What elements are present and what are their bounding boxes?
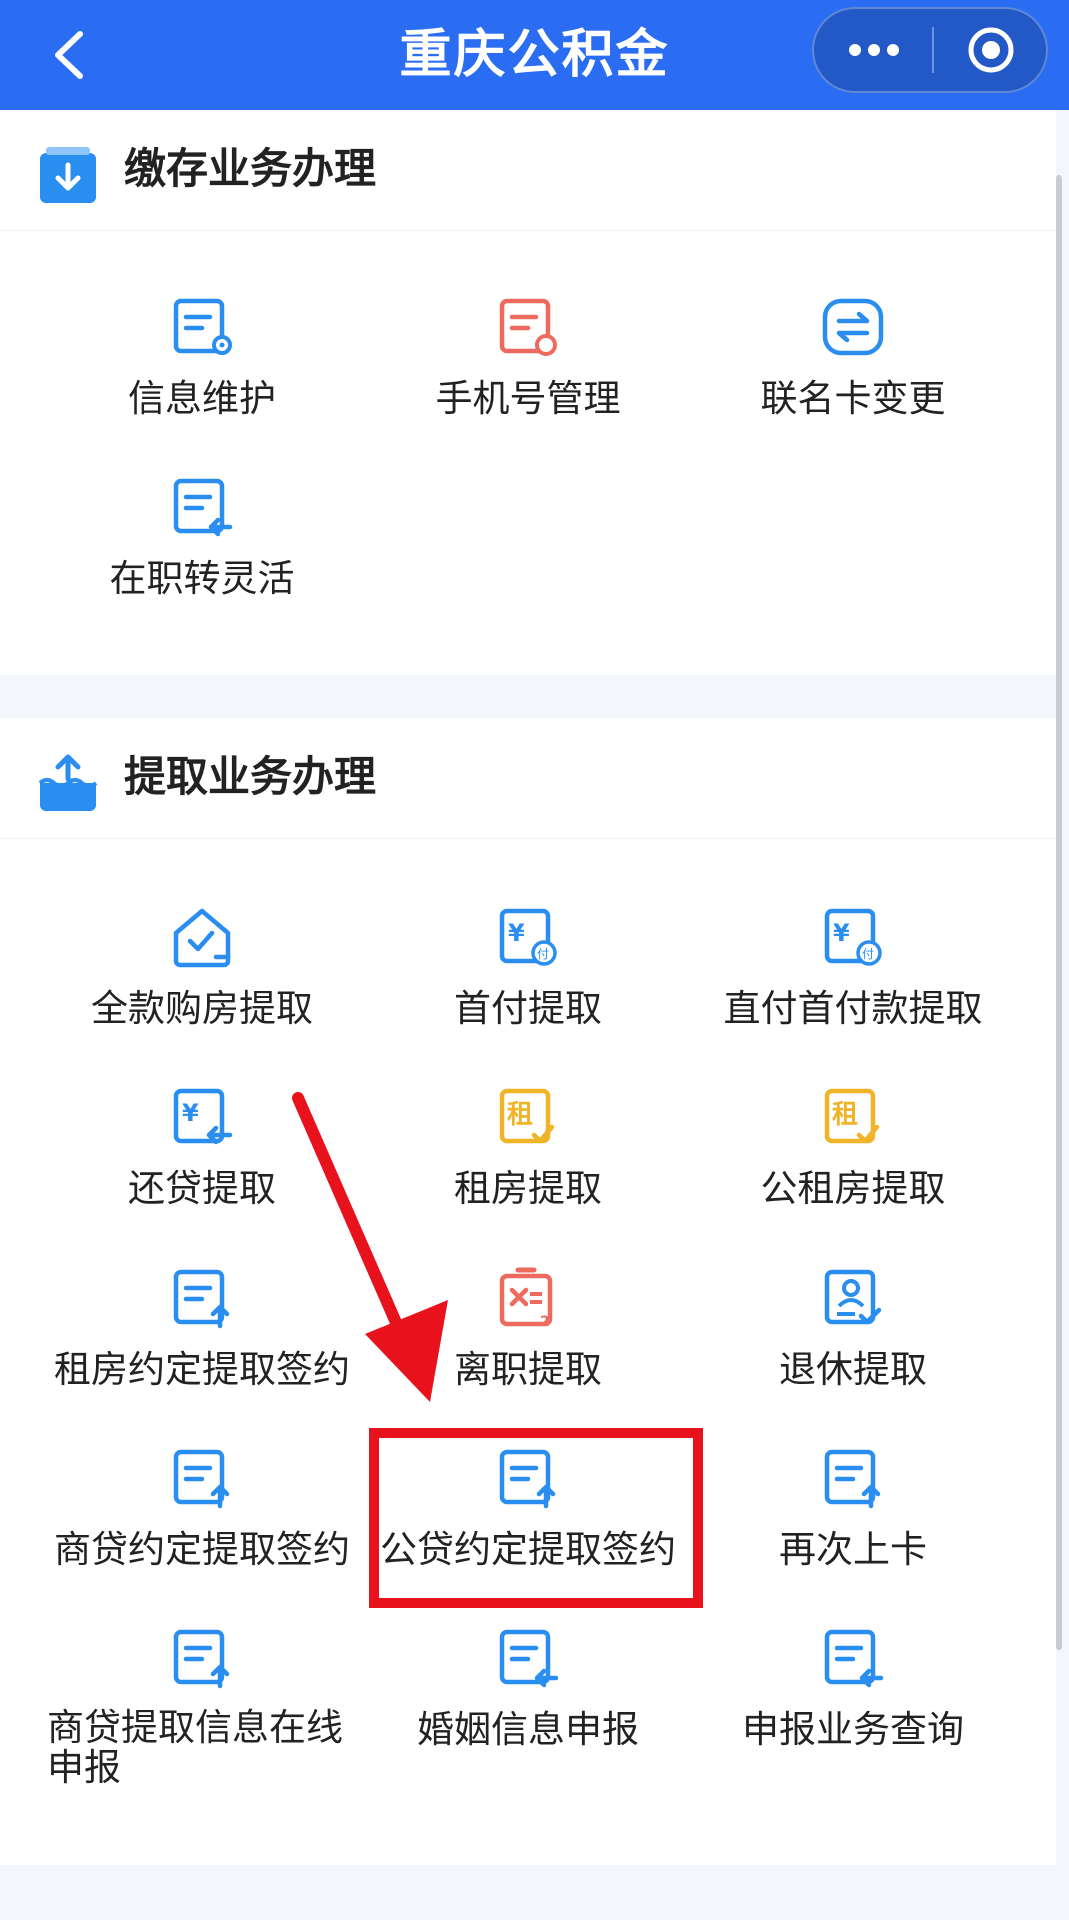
red-arrow-annotation — [292, 1092, 448, 1402]
highlight-box — [369, 1428, 703, 1608]
